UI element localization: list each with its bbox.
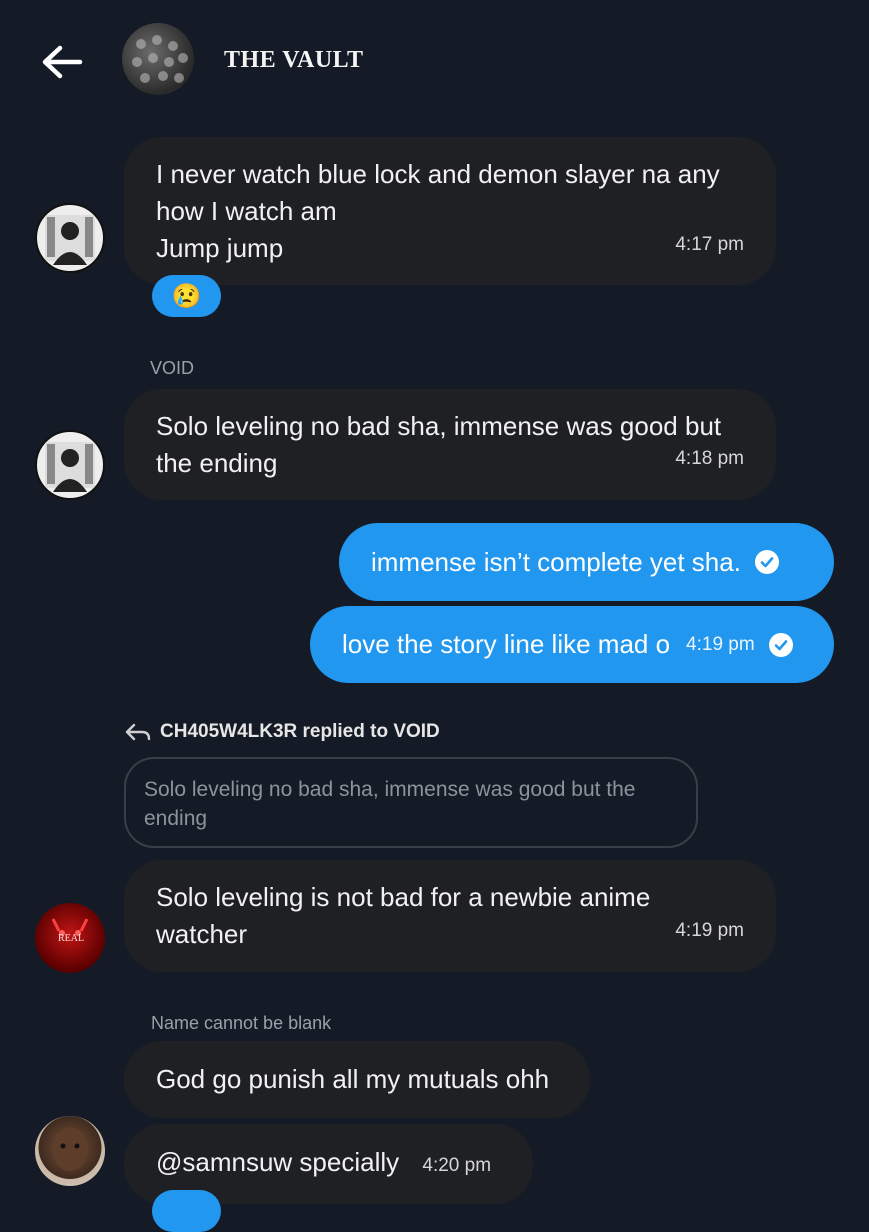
message-bubble[interactable]: I never watch blue lock and demon slayer… — [124, 137, 776, 285]
chat-header: THE VAULT — [0, 0, 869, 120]
reply-label: CH405W4LK3R replied to VOID — [124, 721, 440, 743]
reaction-badge[interactable] — [152, 1190, 221, 1232]
sender-name: Name cannot be blank — [151, 1013, 332, 1033]
sender-name: VOID — [150, 358, 195, 378]
message-text: Solo leveling no bad sha, immense was go… — [156, 411, 722, 441]
message-time: 4:19 pm — [675, 920, 744, 941]
reply-label-text: CH405W4LK3R replied to VOID — [160, 721, 440, 742]
message-text: @samnsuw specially — [156, 1147, 400, 1177]
message-text: Jump jump — [156, 233, 284, 263]
message-bubble-outgoing[interactable]: immense isn’t complete yet sha. — [339, 523, 834, 601]
message-bubble[interactable]: Solo leveling no bad sha, immense was go… — [124, 389, 776, 500]
reaction-badge[interactable]: 😢 — [152, 275, 221, 317]
check-circle-icon — [754, 550, 779, 574]
back-button[interactable] — [38, 38, 86, 86]
arrow-left-icon — [42, 45, 83, 79]
message-time: 4:20 pm — [422, 1155, 492, 1176]
message-text: love the story line like mad o — [342, 629, 671, 659]
message-bubble[interactable]: Solo leveling is not bad for a newbie an… — [124, 860, 776, 972]
avatar[interactable] — [35, 430, 105, 500]
message-text: watcher — [156, 919, 248, 949]
crying-face-icon: 😢 — [171, 282, 202, 310]
chat-title[interactable]: THE VAULT — [224, 47, 363, 74]
message-time: 4:17 pm — [675, 234, 744, 255]
message-text: God go punish all my mutuals ohh — [156, 1064, 550, 1094]
message-time: 4:19 pm — [686, 633, 755, 655]
user-avatar-icon — [52, 1127, 88, 1171]
reply-arrow-icon — [125, 723, 151, 741]
quoted-message[interactable]: Solo leveling no bad sha, immense was go… — [124, 757, 698, 848]
avatar[interactable]: REAL — [35, 903, 105, 973]
check-circle-icon — [768, 632, 793, 657]
message-bubble[interactable]: God go punish all my mutuals ohh — [124, 1041, 590, 1118]
user-avatar-icon — [45, 442, 95, 492]
user-avatar-icon — [45, 215, 95, 265]
avatar[interactable] — [35, 1116, 105, 1186]
avatar[interactable] — [35, 203, 105, 273]
group-avatar[interactable] — [122, 23, 194, 95]
message-text: immense isn’t complete yet sha. — [371, 546, 741, 577]
message-text: I never watch blue lock and demon slayer… — [156, 159, 720, 189]
message-text: Solo leveling is not bad for a newbie an… — [156, 882, 651, 912]
avatar-label: REAL — [58, 933, 85, 944]
message-text: the ending — [156, 448, 278, 478]
message-time: 4:18 pm — [675, 448, 744, 469]
message-text: how I watch am — [156, 196, 337, 226]
message-bubble-outgoing[interactable]: love the story line like mad o 4:19 pm — [310, 606, 834, 683]
